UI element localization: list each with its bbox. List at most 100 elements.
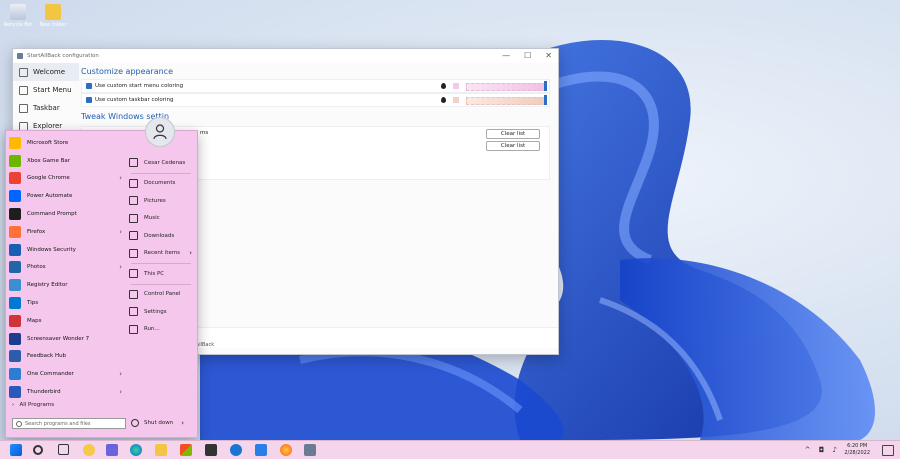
color-slider[interactable] — [466, 83, 546, 91]
color-swatch[interactable] — [453, 83, 459, 89]
chevron-right-icon[interactable]: › — [189, 249, 192, 257]
minimize-button[interactable]: — — [502, 51, 510, 60]
startallback-taskbar-icon[interactable] — [304, 444, 316, 456]
file-explorer-icon[interactable] — [155, 444, 167, 456]
app-label: Tips — [27, 300, 39, 307]
color-swatch[interactable] — [453, 97, 459, 103]
maximize-button[interactable]: ☐ — [524, 51, 531, 60]
app-icon — [17, 53, 23, 59]
app-label: Windows Security — [27, 246, 76, 253]
app-icon — [9, 225, 21, 238]
shutdown-button[interactable]: Shut down › — [131, 419, 184, 427]
slider-handle[interactable] — [544, 95, 547, 105]
sidebar-item-start-menu[interactable]: Start Menu — [13, 81, 79, 99]
todo-icon[interactable] — [255, 444, 267, 456]
app-label: Screensaver Wonder 7 — [27, 335, 90, 342]
start-right-item[interactable]: Recent items › — [125, 245, 197, 263]
app-icon — [9, 350, 21, 363]
start-right-item[interactable]: Documents — [125, 175, 197, 193]
color-dropper-icon[interactable] — [441, 97, 446, 103]
chevron-right-icon: › — [12, 402, 15, 408]
app-icon — [9, 154, 21, 167]
start-right-item[interactable]: Control Panel — [125, 286, 197, 304]
start-button[interactable] — [10, 444, 22, 456]
item-icon — [129, 269, 138, 279]
user-avatar[interactable] — [145, 117, 175, 147]
onedrive-icon[interactable] — [230, 444, 242, 456]
chevron-right-icon[interactable]: › — [119, 228, 122, 236]
start-app-item[interactable]: Thunderbird › — [6, 383, 124, 401]
chevron-right-icon[interactable]: › — [119, 388, 122, 396]
task-view-icon[interactable] — [58, 444, 69, 455]
edge-icon[interactable] — [130, 444, 142, 456]
slider-handle[interactable] — [544, 81, 547, 91]
clock[interactable]: 6:20 PM 2/28/2022 — [844, 443, 870, 457]
search-icon[interactable] — [33, 445, 43, 455]
start-app-item[interactable]: Command Prompt — [6, 205, 124, 223]
desktop-icon-new-folder[interactable]: New folder — [36, 4, 70, 28]
all-programs[interactable]: › All Programs — [12, 402, 54, 408]
all-programs-label: All Programs — [19, 402, 55, 408]
close-button[interactable]: ✕ — [545, 51, 552, 60]
clear-list-button[interactable]: Clear list — [486, 129, 540, 139]
microsoft-store-icon[interactable] — [180, 444, 192, 456]
start-app-item[interactable]: Photos › — [6, 259, 124, 277]
start-app-item[interactable]: Google Chrome › — [6, 170, 124, 188]
search-input[interactable]: Search programs and files — [12, 418, 126, 429]
start-app-item[interactable]: Registry Editor — [6, 276, 124, 294]
start-app-item[interactable]: One Commander › — [6, 365, 124, 383]
start-right-item[interactable]: This PC — [125, 265, 197, 283]
chevron-right-icon[interactable]: › — [119, 174, 122, 182]
start-app-item[interactable]: Power Automate — [6, 187, 124, 205]
start-app-item[interactable]: Windows Security — [6, 241, 124, 259]
start-app-item[interactable]: Firefox › — [6, 223, 124, 241]
chat-icon[interactable] — [106, 444, 118, 456]
window-titlebar[interactable]: StartAllBack configuration — [13, 49, 558, 63]
tweak-row-text: ms — [200, 130, 209, 136]
color-slider[interactable] — [466, 97, 546, 105]
window-controls: — ☐ ✕ — [502, 51, 552, 60]
start-right-item[interactable]: Run... — [125, 321, 197, 339]
color-dropper-icon[interactable] — [441, 83, 446, 89]
start-right-item[interactable]: Cesar Cedenas — [125, 154, 197, 172]
notification-icon[interactable] — [882, 445, 894, 456]
desktop-icon-recycle-bin[interactable]: Recycle Bin — [1, 4, 35, 28]
start-app-item[interactable]: Tips — [6, 294, 124, 312]
option-label: Use custom taskbar coloring — [95, 97, 174, 103]
chevron-right-icon[interactable]: › — [119, 370, 122, 378]
option-start-menu-coloring[interactable]: Use custom start menu coloring — [81, 79, 550, 93]
item-icon — [129, 213, 138, 223]
start-app-item[interactable]: Maps — [6, 312, 124, 330]
terminal-icon[interactable] — [205, 444, 217, 456]
start-app-item[interactable]: Xbox Game Bar — [6, 152, 124, 170]
sidebar-item-taskbar[interactable]: Taskbar — [13, 99, 79, 117]
item-label: Music — [144, 215, 160, 222]
start-app-item[interactable]: Screensaver Wonder 7 — [6, 330, 124, 348]
clear-list-button-2[interactable]: Clear list — [486, 141, 540, 151]
start-app-item[interactable]: Microsoft Store — [6, 134, 124, 152]
sidebar-item-welcome[interactable]: Welcome — [13, 63, 79, 81]
chevron-right-icon[interactable]: › — [119, 263, 122, 271]
app-icon — [9, 386, 21, 399]
option-taskbar-coloring[interactable]: Use custom taskbar coloring — [81, 93, 550, 107]
system-tray-icons[interactable]: ^ ◘ ♪ — [805, 446, 840, 454]
start-right-item[interactable]: Downloads — [125, 227, 197, 245]
search-placeholder: Search programs and files — [25, 421, 91, 427]
separator — [131, 283, 191, 285]
start-right-item[interactable]: Settings — [125, 303, 197, 321]
app-icon — [9, 136, 21, 149]
shutdown-label: Shut down — [144, 420, 174, 426]
start-right-item[interactable]: Music — [125, 210, 197, 228]
checkbox[interactable] — [86, 97, 92, 103]
widgets-icon[interactable] — [83, 444, 95, 456]
start-menu: Microsoft Store Xbox Game Bar Google Chrom… — [5, 130, 198, 438]
chevron-right-icon[interactable]: › — [181, 419, 184, 427]
separator — [131, 172, 191, 174]
app-icon — [9, 279, 21, 292]
start-right-item[interactable]: Pictures — [125, 192, 197, 210]
app-icon — [9, 297, 21, 310]
checkbox[interactable] — [86, 83, 92, 89]
start-app-item[interactable]: Feedback Hub — [6, 348, 124, 366]
item-label: Documents — [144, 180, 176, 187]
firefox-taskbar-icon[interactable] — [280, 444, 292, 456]
